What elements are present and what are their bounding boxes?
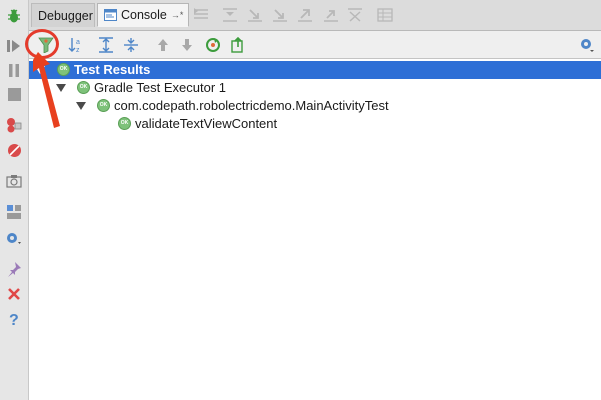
camera-icon[interactable]: [5, 172, 23, 190]
export-icon[interactable]: [230, 36, 246, 53]
breakpoints-icon[interactable]: [5, 116, 23, 134]
collapse-all-icon[interactable]: [123, 37, 139, 53]
svg-text:?: ?: [9, 312, 19, 327]
step-out-icon[interactable]: [297, 7, 313, 23]
tree-row-gradle-executor[interactable]: OK Gradle Test Executor 1: [29, 79, 601, 97]
tree-node-label: validateTextViewContent: [135, 116, 278, 131]
bug-icon[interactable]: [5, 7, 23, 25]
tab-debugger[interactable]: Debugger: [31, 3, 95, 27]
tab-console-label: Console: [121, 8, 167, 22]
stop-icon[interactable]: [5, 85, 23, 103]
next-failed-icon[interactable]: [179, 37, 195, 53]
evaluate-icon[interactable]: [377, 7, 393, 23]
settings-icon[interactable]: [579, 37, 595, 53]
tree-row-test-method[interactable]: OK validateTextViewContent: [29, 115, 601, 133]
tree-node-label: Gradle Test Executor 1: [94, 80, 226, 95]
svg-text:a: a: [76, 39, 80, 46]
test-results-tree: OK Test Results OK Gradle Test Executor …: [29, 59, 601, 400]
ok-status-icon: OK: [118, 117, 131, 130]
tab-console[interactable]: Console →*: [97, 3, 189, 27]
run-icon[interactable]: [5, 37, 23, 55]
debug-tab-bar: Debugger Console →*: [29, 0, 601, 31]
ok-status-icon: OK: [77, 81, 90, 94]
previous-failed-icon[interactable]: [155, 37, 171, 53]
show-execution-point-icon[interactable]: [193, 7, 209, 23]
tree-row-test-results[interactable]: OK Test Results: [29, 61, 601, 79]
close-icon[interactable]: [5, 285, 23, 303]
step-over-icon[interactable]: [222, 7, 238, 23]
pause-icon[interactable]: [5, 61, 23, 79]
run-to-cursor-icon[interactable]: [347, 7, 363, 23]
mute-breakpoints-icon[interactable]: [5, 141, 23, 159]
pin-tab-icon[interactable]: →*: [171, 10, 184, 20]
layout-icon[interactable]: [5, 203, 23, 221]
settings-icon[interactable]: [5, 229, 23, 247]
console-toolbar: az: [29, 31, 601, 59]
sort-alpha-icon[interactable]: az: [68, 37, 84, 54]
expand-arrow-icon[interactable]: [76, 102, 86, 110]
tree-node-label: Test Results: [74, 62, 151, 77]
rerun-icon[interactable]: [205, 37, 221, 53]
annotation-arrow-icon: [33, 52, 60, 128]
drop-frame-icon[interactable]: [323, 7, 339, 23]
force-step-into-icon[interactable]: [272, 7, 288, 23]
svg-text:z: z: [76, 47, 80, 53]
step-into-icon[interactable]: [247, 7, 263, 23]
ok-status-icon: OK: [97, 99, 110, 112]
left-tool-strip: ?: [0, 0, 29, 400]
pin-icon[interactable]: [5, 260, 23, 278]
tab-debugger-label: Debugger: [38, 8, 93, 23]
help-icon[interactable]: ?: [5, 310, 23, 328]
tree-row-test-class[interactable]: OK com.codepath.robolectricdemo.MainActi…: [29, 97, 601, 115]
console-icon: [104, 9, 117, 21]
expand-all-icon[interactable]: [98, 37, 114, 53]
tree-node-label: com.codepath.robolectricdemo.MainActivit…: [114, 98, 389, 113]
